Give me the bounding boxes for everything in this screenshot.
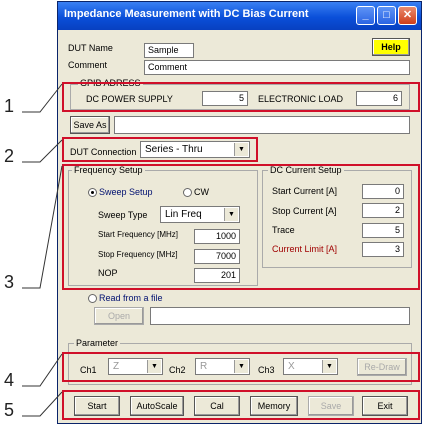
- comment-label: Comment: [68, 60, 108, 70]
- dut-name-label: DUT Name: [68, 43, 113, 53]
- parameter-title: Parameter: [74, 338, 121, 348]
- bracket-4: [22, 353, 63, 387]
- minimize-icon: _: [362, 9, 369, 21]
- save-path-field[interactable]: [114, 116, 410, 134]
- callout-box-1: [62, 82, 420, 112]
- callout-box-2: [62, 137, 258, 162]
- read-file-label: Read from a file: [99, 293, 163, 303]
- dut-name-input[interactable]: Sample: [144, 43, 194, 58]
- callout-number-3: 3: [4, 272, 15, 292]
- bracket-3: [22, 165, 63, 289]
- read-file-radio[interactable]: [88, 294, 97, 303]
- callout-box-3: [62, 164, 420, 290]
- callout-number-4: 4: [4, 370, 15, 390]
- maximize-button[interactable]: □: [377, 6, 396, 25]
- file-path-field[interactable]: [150, 307, 410, 325]
- callout-number-1: 1: [4, 96, 15, 116]
- callout-box-5: [62, 390, 420, 420]
- close-icon: ✕: [402, 9, 413, 21]
- callout-box-4: [62, 352, 420, 382]
- comment-input[interactable]: Comment: [144, 60, 410, 75]
- close-button[interactable]: ✕: [398, 6, 417, 25]
- maximize-icon: □: [383, 9, 390, 21]
- callout-number-2: 2: [4, 146, 15, 166]
- help-button[interactable]: Help: [372, 38, 410, 56]
- bracket-1: [22, 83, 63, 113]
- callout-number-5: 5: [4, 400, 15, 420]
- open-button[interactable]: Open: [94, 307, 144, 325]
- window-title: Impedance Measurement with DC Bias Curre…: [64, 8, 309, 20]
- save-as-button[interactable]: Save As: [70, 116, 110, 134]
- bracket-2: [22, 139, 63, 163]
- minimize-button[interactable]: _: [356, 6, 375, 25]
- callout-brackets: [22, 83, 63, 417]
- bracket-5: [22, 391, 63, 417]
